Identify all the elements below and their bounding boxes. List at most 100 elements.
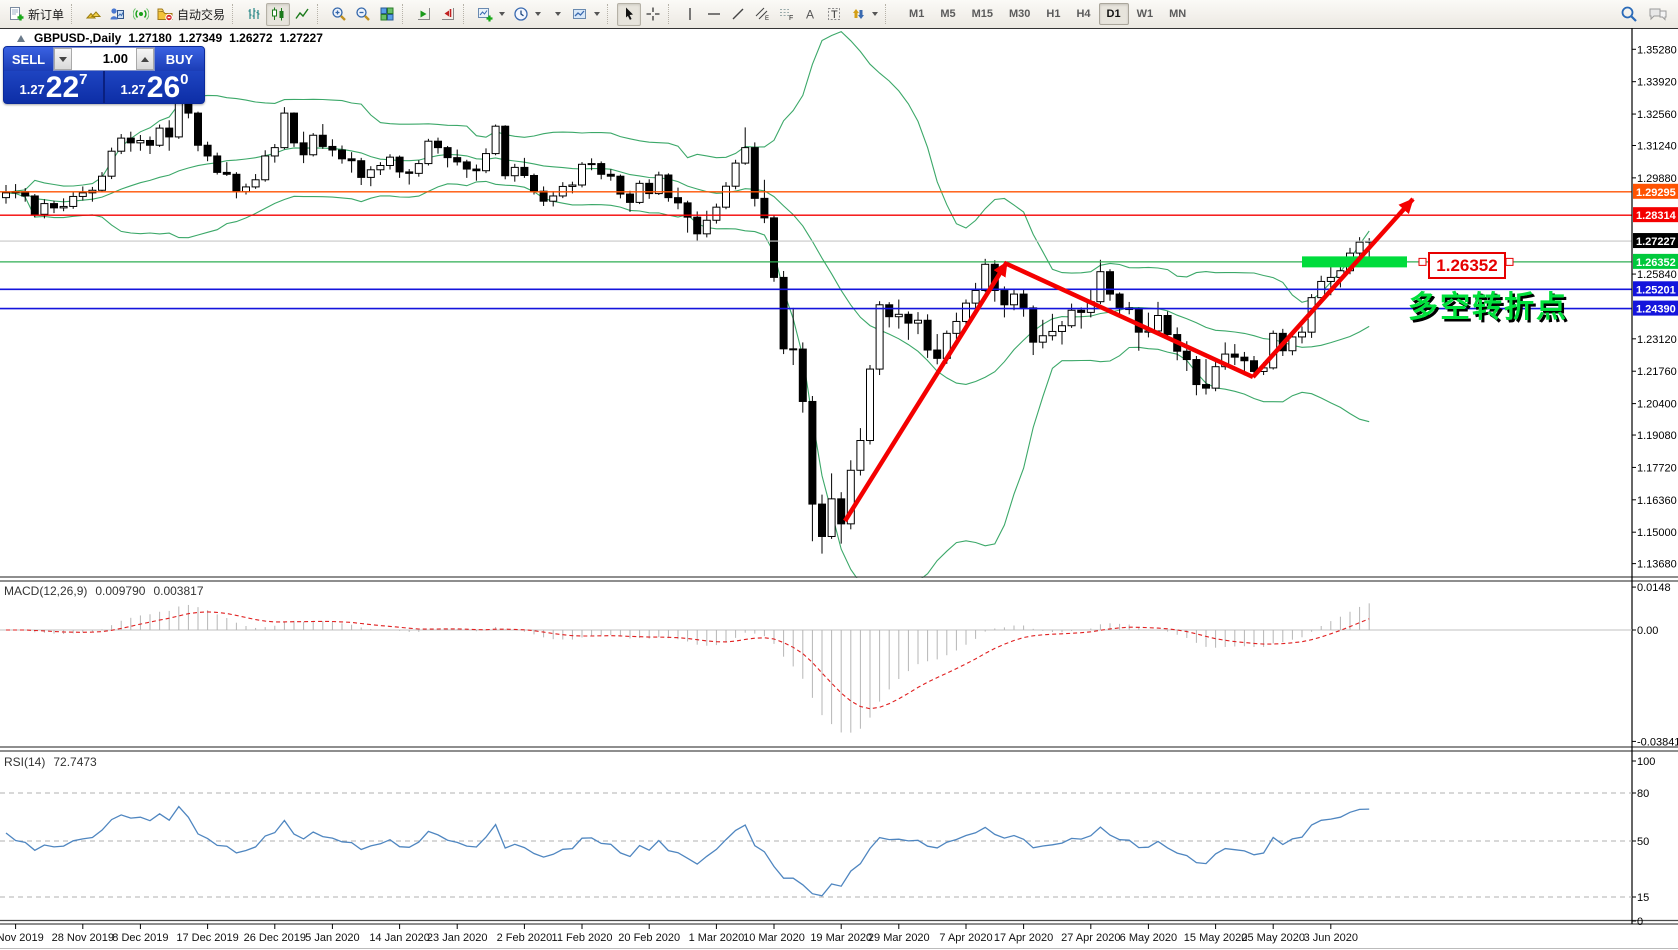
- zoom-in-button[interactable]: [327, 3, 351, 26]
- toolbar-separator: [317, 4, 324, 24]
- price-chart[interactable]: 1.352801.339201.325601.312401.298801.258…: [0, 0, 1678, 950]
- periods-button[interactable]: [509, 3, 545, 26]
- fibonacci-button[interactable]: F: [774, 3, 798, 26]
- svg-text:1.32560: 1.32560: [1637, 109, 1677, 121]
- candlestick-chart-button[interactable]: [266, 3, 290, 26]
- chart-shift-button[interactable]: [436, 3, 460, 26]
- zoom-out-button[interactable]: [351, 3, 375, 26]
- bar-chart-button[interactable]: [242, 3, 266, 26]
- rsi-name: RSI(14): [4, 755, 45, 769]
- sell-tab[interactable]: SELL: [4, 47, 53, 71]
- svg-text:7 Apr 2020: 7 Apr 2020: [939, 932, 992, 944]
- timeframe-button-MN[interactable]: MN: [1161, 3, 1194, 25]
- text-label-button[interactable]: T: [822, 3, 846, 26]
- triangle-down-icon: [59, 57, 67, 62]
- svg-text:0.00: 0.00: [1637, 625, 1658, 637]
- svg-text:1.13680: 1.13680: [1637, 559, 1677, 571]
- svg-text:23 Jan 2020: 23 Jan 2020: [427, 932, 488, 944]
- timeframe-button-D1[interactable]: D1: [1099, 3, 1129, 25]
- horizontal-line-button[interactable]: [702, 3, 726, 26]
- toolbar-separator: [71, 4, 78, 24]
- svg-text:19 Mar 2020: 19 Mar 2020: [810, 932, 872, 944]
- cursor-button[interactable]: [617, 3, 641, 26]
- svg-text:5 Jan 2020: 5 Jan 2020: [305, 932, 359, 944]
- svg-text:1.35280: 1.35280: [1637, 44, 1677, 56]
- sell-price-button[interactable]: 1.27 22 7: [4, 71, 103, 103]
- timeframe-button-M1[interactable]: M1: [901, 3, 932, 25]
- svg-text:15 May 2020: 15 May 2020: [1184, 932, 1248, 944]
- line-chart-button[interactable]: [290, 3, 314, 26]
- buy-tab[interactable]: BUY: [155, 47, 204, 71]
- svg-text:1 Mar 2020: 1 Mar 2020: [689, 932, 745, 944]
- svg-text:E: E: [765, 16, 769, 22]
- svg-text:28 Nov 2019: 28 Nov 2019: [52, 932, 114, 944]
- trendline-button[interactable]: [726, 3, 750, 26]
- dropdown-arrow-icon: [499, 12, 505, 16]
- chart-title-row: GBPUSD-,Daily 1.27180 1.27349 1.26272 1.…: [16, 31, 323, 45]
- timeframe-button-M5[interactable]: M5: [932, 3, 963, 25]
- signals-button[interactable]: [129, 3, 153, 26]
- ohlc-low: 1.26272: [229, 31, 272, 45]
- crosshair-button[interactable]: [641, 3, 665, 26]
- svg-text:1.19080: 1.19080: [1637, 430, 1677, 442]
- toolbar-separator: [402, 4, 409, 24]
- svg-text:1.25201: 1.25201: [1636, 284, 1676, 296]
- arrows-button[interactable]: [846, 3, 882, 26]
- buy-price-big: 26: [147, 75, 180, 101]
- indicators-dropdown-button[interactable]: [545, 3, 568, 26]
- toolbar-separator: [668, 4, 675, 24]
- candlestick-chart-icon: [270, 6, 286, 22]
- svg-text:1.31240: 1.31240: [1637, 140, 1677, 152]
- svg-text:-0.038415: -0.038415: [1637, 736, 1678, 748]
- dropdown-arrow-icon: [535, 12, 541, 16]
- price-level-callout[interactable]: 1.26352: [1428, 252, 1506, 279]
- vertical-line-icon: [682, 6, 698, 22]
- auto-scroll-button[interactable]: [412, 3, 436, 26]
- text-icon: A: [802, 6, 818, 22]
- timeframe-button-M15[interactable]: M15: [964, 3, 1001, 25]
- new-order-icon: [8, 6, 24, 22]
- timeframe-button-H4[interactable]: H4: [1068, 3, 1098, 25]
- timeframe-button-W1[interactable]: W1: [1129, 3, 1162, 25]
- autotrading-button[interactable]: 自动交易: [153, 3, 229, 26]
- chat-icon[interactable]: [1648, 5, 1668, 23]
- svg-text:100: 100: [1637, 756, 1655, 768]
- annotation-text[interactable]: 多空转折点: [1408, 282, 1568, 326]
- navigator-button[interactable]: [105, 3, 129, 26]
- zoom-out-icon: [355, 6, 371, 22]
- svg-text:11 Feb 2020: 11 Feb 2020: [552, 932, 613, 944]
- svg-text:14 Jan 2020: 14 Jan 2020: [369, 932, 430, 944]
- svg-text:1.33920: 1.33920: [1637, 77, 1677, 89]
- buy-price-prefix: 1.27: [120, 82, 145, 97]
- volume-decrease-button[interactable]: [54, 48, 72, 70]
- profiles-button[interactable]: [568, 3, 604, 26]
- rsi-indicator-label: RSI(14) 72.7473: [4, 755, 97, 769]
- templates-button[interactable]: [473, 3, 509, 26]
- volume-value[interactable]: 1.00: [72, 48, 136, 70]
- horizontal-line-icon: [706, 6, 722, 22]
- callout-handle-left: [1419, 258, 1426, 265]
- svg-text:1.23120: 1.23120: [1637, 334, 1677, 346]
- sell-price-pip: 7: [79, 71, 87, 88]
- svg-text:F: F: [789, 15, 793, 22]
- search-icon[interactable]: [1620, 5, 1638, 23]
- tile-windows-button[interactable]: [375, 3, 399, 26]
- bar-chart-icon: [246, 6, 262, 22]
- macd-name: MACD(12,26,9): [4, 584, 87, 598]
- dropdown-arrow-icon: [594, 12, 600, 16]
- symbols-button[interactable]: [81, 3, 105, 26]
- toolbar-separator: [463, 4, 470, 24]
- buy-price-button[interactable]: 1.27 26 0: [105, 71, 204, 103]
- volume-increase-button[interactable]: [136, 48, 154, 70]
- new-order-button[interactable]: 新订单: [4, 3, 68, 26]
- vertical-line-button[interactable]: [678, 3, 702, 26]
- svg-text:25 May 2020: 25 May 2020: [1241, 932, 1305, 944]
- arrows-icon: [850, 6, 866, 22]
- text-button[interactable]: A: [798, 3, 822, 26]
- timeframe-button-M30[interactable]: M30: [1001, 3, 1038, 25]
- crosshair-icon: [645, 6, 661, 22]
- svg-text:17 Dec 2019: 17 Dec 2019: [176, 932, 238, 944]
- timeframe-button-H1[interactable]: H1: [1038, 3, 1068, 25]
- svg-text:1.21760: 1.21760: [1637, 366, 1677, 378]
- equidistant-channel-button[interactable]: E: [750, 3, 774, 26]
